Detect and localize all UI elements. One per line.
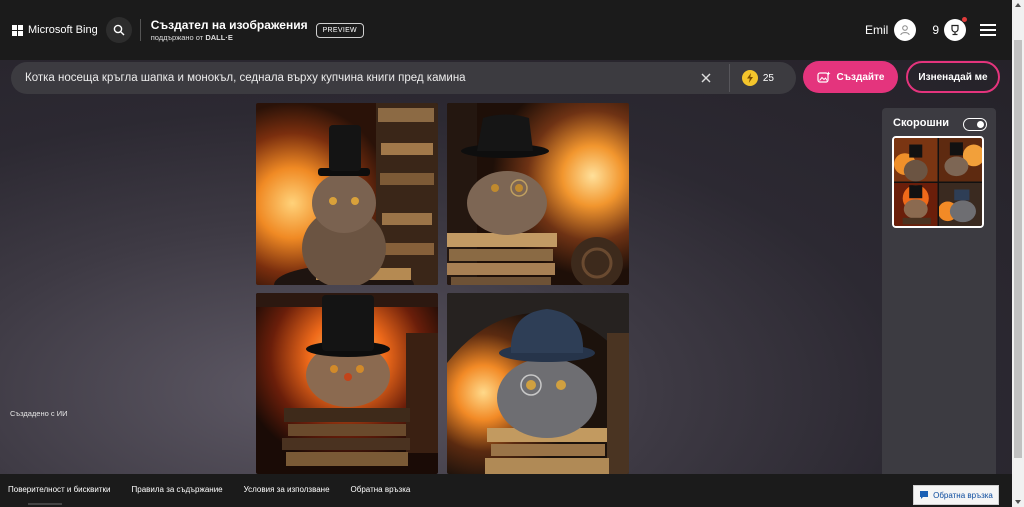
chat-bubble-icon bbox=[920, 491, 929, 499]
footer-link-privacy[interactable]: Поверителност и бисквитки bbox=[8, 485, 111, 494]
search-button[interactable] bbox=[105, 17, 132, 43]
recent-toggle[interactable] bbox=[963, 118, 987, 131]
surprise-me-button[interactable]: Изненадай ме bbox=[906, 61, 1000, 93]
footer-link-terms[interactable]: Условия за използване bbox=[244, 485, 330, 494]
feedback-button[interactable]: Обратна връзка bbox=[913, 485, 999, 505]
page-scrollbar[interactable] bbox=[1012, 0, 1024, 507]
boosts-indicator[interactable]: 25 bbox=[741, 70, 774, 86]
recent-title: Скорошни bbox=[893, 117, 950, 129]
scroll-thumb[interactable] bbox=[1014, 40, 1022, 458]
prompt-divider bbox=[728, 64, 730, 92]
header-right: Emil 9 bbox=[865, 0, 996, 60]
generated-image-3[interactable] bbox=[256, 293, 438, 474]
notification-dot bbox=[962, 17, 967, 22]
recent-thumb-3 bbox=[894, 182, 938, 226]
lightning-coin-icon bbox=[741, 70, 758, 86]
generated-image-4[interactable] bbox=[447, 293, 629, 474]
powered-by: поддържано от DALL·E bbox=[151, 33, 308, 42]
recent-thumb-1 bbox=[894, 138, 938, 182]
prompt-text[interactable]: Котка носеща кръгла шапка и монокъл, сед… bbox=[25, 72, 697, 84]
image-sparkle-icon bbox=[816, 71, 830, 83]
app-title-block: Създател на изображения поддържано от DA… bbox=[151, 18, 308, 41]
recent-panel: Скорошни bbox=[882, 108, 996, 474]
footer-links: Поверителност и бисквитки Правила за съд… bbox=[8, 485, 431, 494]
page-title: Създател на изображения bbox=[150, 18, 308, 33]
recent-creation-thumbnail[interactable] bbox=[892, 136, 984, 228]
header-divider bbox=[139, 19, 141, 41]
preview-badge: PREVIEW bbox=[315, 22, 364, 38]
top-header: Microsoft Bing Създател на изображения п… bbox=[0, 0, 1012, 60]
search-icon bbox=[113, 24, 125, 36]
rewards-button[interactable] bbox=[944, 17, 967, 41]
user-icon bbox=[900, 25, 911, 36]
avatar[interactable] bbox=[894, 19, 917, 41]
user-name[interactable]: Emil bbox=[865, 23, 888, 37]
brand-name: Microsoft Bing bbox=[28, 24, 98, 36]
trophy-icon bbox=[951, 24, 959, 36]
powered-by-brand: DALL·E bbox=[205, 32, 233, 42]
recent-thumb-4 bbox=[938, 182, 982, 226]
prompt-input[interactable]: Котка носеща кръгла шапка и монокъл, сед… bbox=[11, 62, 796, 94]
ai-generated-label: Създадено с ИИ bbox=[10, 409, 68, 418]
footer-divider bbox=[28, 503, 62, 505]
close-icon bbox=[701, 73, 711, 83]
surprise-label: Изненадай ме bbox=[918, 71, 988, 83]
generated-image-2[interactable] bbox=[447, 103, 629, 285]
rewards-count[interactable]: 9 bbox=[932, 23, 939, 37]
microsoft-logo-icon bbox=[12, 24, 23, 36]
clear-button[interactable] bbox=[697, 69, 715, 87]
create-label: Създайте bbox=[836, 71, 885, 83]
recent-thumb-2 bbox=[938, 138, 982, 182]
hamburger-menu-icon[interactable] bbox=[980, 24, 996, 36]
bing-logo[interactable]: Microsoft Bing bbox=[12, 24, 98, 36]
scroll-up-arrow-icon[interactable] bbox=[1015, 3, 1021, 7]
footer: Поверителност и бисквитки Правила за съд… bbox=[0, 474, 1012, 507]
feedback-label: Обратна връзка bbox=[933, 490, 993, 500]
toggle-knob bbox=[977, 121, 984, 128]
generated-image-1[interactable] bbox=[256, 103, 438, 285]
footer-link-content-policy[interactable]: Правила за съдържание bbox=[132, 485, 223, 494]
scroll-down-arrow-icon[interactable] bbox=[1015, 500, 1021, 504]
footer-link-feedback[interactable]: Обратна връзка bbox=[351, 485, 411, 494]
powered-by-prefix: поддържано от bbox=[150, 32, 204, 42]
boosts-count: 25 bbox=[762, 72, 774, 84]
create-button[interactable]: Създайте bbox=[803, 61, 898, 93]
